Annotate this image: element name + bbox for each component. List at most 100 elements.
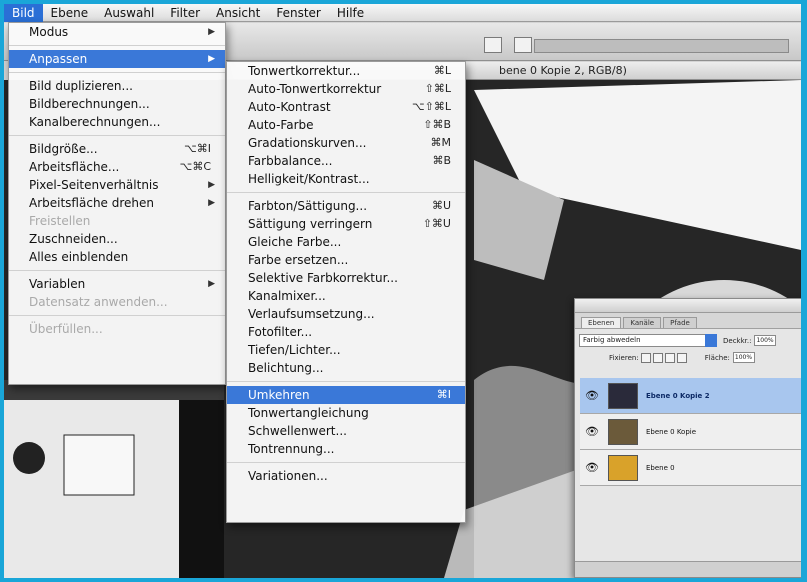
anpassen-item-variationen[interactable]: Variationen... xyxy=(227,467,465,485)
menu-item-label: Fotofilter... xyxy=(248,325,313,339)
anpassen-item-tonwertangleichung[interactable]: Tonwertangleichung xyxy=(227,404,465,422)
menubar-item-ansicht[interactable]: Ansicht xyxy=(208,4,268,22)
menu-item-shortcut: ⌘B xyxy=(432,154,451,167)
anpassen-item-selektive-farbkorrektur[interactable]: Selektive Farbkorrektur... xyxy=(227,269,465,287)
tab-kanaele[interactable]: Kanäle xyxy=(623,317,662,328)
lock-label: Fixieren: xyxy=(609,353,639,362)
menu-item-shortcut: ⌥⇧⌘L xyxy=(411,100,451,113)
menubar-item-hilfe[interactable]: Hilfe xyxy=(329,4,372,22)
menubar-item-filter[interactable]: Filter xyxy=(162,4,208,22)
anpassen-item-tiefen-lichter[interactable]: Tiefen/Lichter... xyxy=(227,341,465,359)
menu-item-label: Freistellen xyxy=(29,214,91,228)
opacity-label: Deckkr.: xyxy=(723,336,752,345)
panel-titlebar[interactable] xyxy=(575,299,801,313)
tab-ebenen[interactable]: Ebenen xyxy=(581,317,622,328)
toolbar-button[interactable] xyxy=(514,37,532,53)
menu-item-label: Variablen xyxy=(29,277,86,291)
layer-row[interactable]: 👁 Ebene 0 xyxy=(580,450,801,486)
layer-name: Ebene 0 Kopie 2 xyxy=(646,391,710,400)
menu-item-label: Auto-Kontrast xyxy=(248,100,331,114)
menu-item-shortcut: ⌥⌘I xyxy=(184,142,211,155)
menu-item-label: Auto-Farbe xyxy=(248,118,314,132)
opacity-field[interactable]: 100% xyxy=(754,335,777,346)
anpassen-item-gleiche-farbe[interactable]: Gleiche Farbe... xyxy=(227,233,465,251)
bild-menu-item-variablen[interactable]: Variablen ▶ xyxy=(9,275,225,293)
lock-all-icon[interactable] xyxy=(676,352,687,363)
anpassen-item-kanalmixer[interactable]: Kanalmixer... xyxy=(227,287,465,305)
bild-menu-item-zuschneiden[interactable]: Zuschneiden... xyxy=(9,230,225,248)
anpassen-item-auto-tonwertkorrektur[interactable]: Auto-Tonwertkorrektur ⇧⌘L xyxy=(227,80,465,98)
palette-well[interactable] xyxy=(534,39,789,53)
menu-item-label: Tonwertkorrektur... xyxy=(248,64,361,78)
anpassen-item-farbton-sättigung[interactable]: Farbton/Sättigung... ⌘U xyxy=(227,197,465,215)
lock-move-icon[interactable] xyxy=(664,352,675,363)
layer-controls: Farbig abwedeln Deckkr.: 100% Fixieren: … xyxy=(575,329,801,369)
menu-item-label: Umkehren xyxy=(248,388,310,402)
anpassen-item-umkehren[interactable]: Umkehren ⌘I xyxy=(227,386,465,404)
layer-row[interactable]: 👁 Ebene 0 Kopie xyxy=(580,414,801,450)
bild-menu-item-pixel-seitenverhältnis[interactable]: Pixel-Seitenverhältnis ▶ xyxy=(9,176,225,194)
layer-row[interactable]: 👁 Ebene 0 Kopie 2 xyxy=(580,378,801,414)
bild-menu-item-bild-duplizieren[interactable]: Bild duplizieren... xyxy=(9,77,225,95)
menu-item-label: Alles einblenden xyxy=(29,250,129,264)
anpassen-item-helligkeit-kontrast[interactable]: Helligkeit/Kontrast... xyxy=(227,170,465,188)
menu-item-label: Auto-Tonwertkorrektur xyxy=(248,82,382,96)
layer-list: 👁 Ebene 0 Kopie 2 👁 Ebene 0 Kopie 👁 Ebene 0 xyxy=(580,378,801,486)
anpassen-item-farbbalance[interactable]: Farbbalance... ⌘B xyxy=(227,152,465,170)
eye-icon[interactable]: 👁 xyxy=(584,424,600,440)
menu-item-label: Gleiche Farbe... xyxy=(248,235,342,249)
bild-menu-item-datensatz-anwenden: Datensatz anwenden... xyxy=(9,293,225,311)
menubar-item-bild[interactable]: Bild xyxy=(4,4,43,22)
anpassen-item-auto-farbe[interactable]: Auto-Farbe ⇧⌘B xyxy=(227,116,465,134)
anpassen-item-tontrennung[interactable]: Tontrennung... xyxy=(227,440,465,458)
menu-item-label: Pixel-Seitenverhältnis xyxy=(29,178,159,192)
tab-pfade[interactable]: Pfade xyxy=(663,317,697,328)
bild-menu-item-arbeitsfläche[interactable]: Arbeitsfläche... ⌥⌘C xyxy=(9,158,225,176)
bild-menu-item-kanalberechnungen[interactable]: Kanalberechnungen... xyxy=(9,113,225,131)
menu-item-label: Variationen... xyxy=(248,469,328,483)
bild-menu-item-modus[interactable]: Modus ▶ xyxy=(9,23,225,41)
fill-field[interactable]: 100% xyxy=(732,352,755,363)
menu-item-label: Modus xyxy=(29,25,69,39)
anpassen-item-auto-kontrast[interactable]: Auto-Kontrast ⌥⇧⌘L xyxy=(227,98,465,116)
anpassen-item-schwellenwert[interactable]: Schwellenwert... xyxy=(227,422,465,440)
bild-menu-item-bildberechnungen[interactable]: Bildberechnungen... xyxy=(9,95,225,113)
layer-thumbnail xyxy=(608,418,638,445)
eye-icon[interactable]: 👁 xyxy=(584,388,600,404)
bild-menu-item-anpassen[interactable]: Anpassen ▶ xyxy=(9,50,225,68)
lock-brush-icon[interactable] xyxy=(652,352,663,363)
anpassen-item-verlaufsumsetzung[interactable]: Verlaufsumsetzung... xyxy=(227,305,465,323)
anpassen-item-fotofilter[interactable]: Fotofilter... xyxy=(227,323,465,341)
panel-tabs: Ebenen Kanäle Pfade xyxy=(575,313,801,329)
menubar: Bild Ebene Auswahl Filter Ansicht Fenster Hilf… xyxy=(4,4,801,22)
bild-menu-item-alles-einblenden[interactable]: Alles einblenden xyxy=(9,248,225,266)
chevron-down-icon xyxy=(705,334,717,347)
menu-item-shortcut: ⌥⌘C xyxy=(179,160,211,173)
eye-icon[interactable]: 👁 xyxy=(584,460,600,476)
layer-name: Ebene 0 Kopie xyxy=(646,427,697,436)
anpassen-item-gradationskurven[interactable]: Gradationskurven... ⌘M xyxy=(227,134,465,152)
submenu-arrow-icon: ▶ xyxy=(208,198,215,208)
menu-item-label: Arbeitsfläche drehen xyxy=(29,196,155,210)
anpassen-item-belichtung[interactable]: Belichtung... xyxy=(227,359,465,377)
menu-separator xyxy=(227,377,465,386)
blend-mode-select[interactable]: Farbig abwedeln xyxy=(579,334,717,347)
menu-item-label: Belichtung... xyxy=(248,361,324,375)
toolbar-button[interactable] xyxy=(484,37,502,53)
bild-menu-item-bildgröße[interactable]: Bildgröße... ⌥⌘I xyxy=(9,140,225,158)
anpassen-item-sättigung-verringern[interactable]: Sättigung verringern ⇧⌘U xyxy=(227,215,465,233)
menu-separator xyxy=(9,41,225,50)
menubar-item-fenster[interactable]: Fenster xyxy=(268,4,329,22)
menu-item-label: Tiefen/Lichter... xyxy=(248,343,341,357)
submenu-arrow-icon: ▶ xyxy=(208,54,215,64)
menu-item-shortcut: ⌘I xyxy=(436,388,451,401)
anpassen-item-farbe-ersetzen[interactable]: Farbe ersetzen... xyxy=(227,251,465,269)
submenu-arrow-icon: ▶ xyxy=(208,279,215,289)
lock-transparency-icon[interactable] xyxy=(640,352,651,363)
anpassen-item-tonwertkorrektur[interactable]: Tonwertkorrektur... ⌘L xyxy=(227,62,465,80)
menubar-item-ebene[interactable]: Ebene xyxy=(43,4,97,22)
menu-item-label: Helligkeit/Kontrast... xyxy=(248,172,370,186)
menu-separator xyxy=(9,311,225,320)
bild-menu-item-arbeitsfläche-drehen[interactable]: Arbeitsfläche drehen ▶ xyxy=(9,194,225,212)
menubar-item-auswahl[interactable]: Auswahl xyxy=(96,4,162,22)
